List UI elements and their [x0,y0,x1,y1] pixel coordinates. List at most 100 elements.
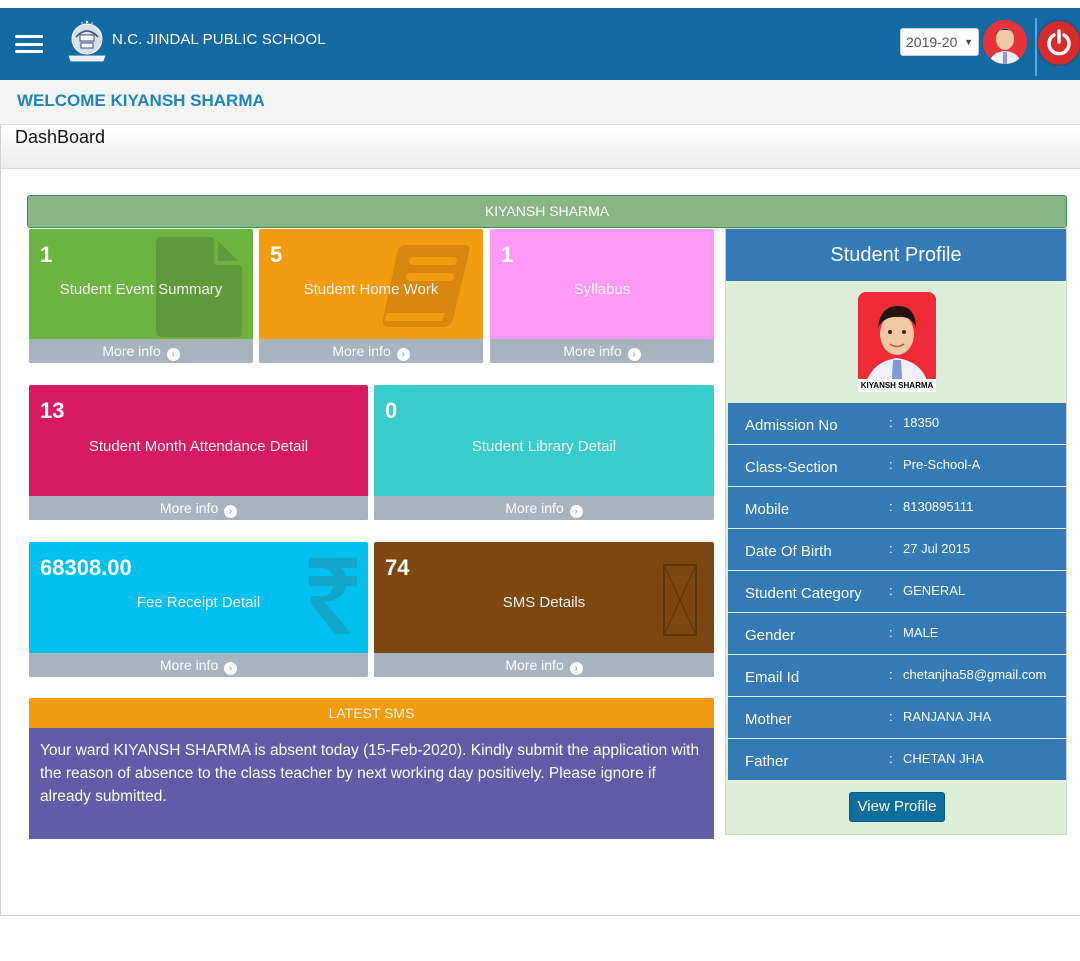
field-separator: : [889,415,893,430]
tile-value: 68308.00 [40,555,132,580]
field-label: Father [745,753,789,770]
profile-row-mobile: Mobile : 8130895111 [728,487,1066,528]
field-value: Pre-School-A [903,457,981,472]
field-separator: : [889,541,893,556]
dashboard-header: DashBoard [1,125,1080,169]
profile-row-student-category: Student Category : GENERAL [728,571,1066,612]
profile-row-gender: Gender : MALE [728,613,1066,654]
tile-label: Student Month Attendance Detail [88,438,309,455]
more-info-link[interactable]: More info › [374,496,714,520]
tile-label: Fee Receipt Detail [136,594,261,611]
tile-value: 13 [40,398,65,423]
arrow-circle-right-icon: › [224,505,238,518]
more-info-link[interactable]: More info › [29,653,368,677]
tile-sms-details[interactable]: 74 SMS Details More info › [374,542,714,677]
profile-row-admission-no: Admission No : 18350 [728,403,1066,444]
view-profile-button[interactable]: View Profile [849,792,945,822]
field-value: RANJANA JHA [903,709,992,724]
student-name-bar: KIYANSH SHARMA [27,195,1067,228]
school-logo [66,19,108,65]
caret-down-icon: ▼ [964,37,973,47]
field-label: Student Category [745,585,862,602]
profile-title: Student Profile [726,229,1066,281]
latest-sms-message: Your ward KIYANSH SHARMA is absent today… [29,728,714,839]
student-profile-panel: Student Profile KIYANSH SHARMA Admission… [725,228,1067,835]
more-info-label: More info [505,657,564,673]
more-info-label: More info [159,500,219,516]
hamburger-icon[interactable] [15,35,43,53]
field-value: CHETAN JHA [903,751,984,766]
field-label: Mother [745,711,792,728]
field-value: GENERAL [903,583,966,598]
more-info-link[interactable]: More info › [29,339,253,363]
field-separator: : [889,625,893,640]
top-navbar: N.C. JINDAL PUBLIC SCHOOL 2019-20 ▼ [0,8,1080,80]
field-label: Admission No [745,417,838,434]
field-label: Class-Section [745,459,838,476]
tile-value: 74 [385,555,410,580]
tile-value: 1 [501,242,514,267]
more-info-link[interactable]: More info › [29,496,368,520]
field-separator: : [889,499,893,514]
field-value: 18350 [903,415,940,430]
field-value: 8130895111 [903,499,974,514]
tile-fee-receipt[interactable]: 68308.00 Fee Receipt Detail More info › [29,542,368,677]
field-separator: : [889,709,893,724]
more-info-link[interactable]: More info › [259,339,483,363]
field-label: Gender [745,627,796,644]
tile-student-library[interactable]: 0 Student Library Detail More info › [374,385,714,520]
tile-value: 0 [385,398,398,423]
profile-row-father: Father : CHETAN JHA [728,739,1066,780]
field-separator: : [889,751,893,766]
profile-row-date-of-birth: Date Of Birth : 27 Jul 2015 [728,529,1066,570]
status-strip [0,0,1080,8]
tile-syllabus[interactable]: 1 Syllabus More info › [490,229,714,363]
field-label: Date Of Birth [745,543,832,560]
tile-label: SMS Details [502,594,586,611]
profile-row-class-section: Class-Section : Pre-School-A [728,445,1066,486]
session-value: 2019-20 [906,34,958,50]
more-info-label: More info [102,343,161,359]
field-separator: : [889,667,893,682]
tile-student-event-summary[interactable]: 1 Student Event Summary More info › [29,229,253,363]
more-info-link[interactable]: More info › [490,339,714,363]
more-info-label: More info [505,500,564,516]
photo-caption: KIYANSH SHARMA [858,379,936,392]
more-info-link[interactable]: More info › [374,653,714,677]
latest-sms-header: LATEST SMS [29,698,714,728]
field-label: Email Id [745,669,800,686]
field-value: 27 Jul 2015 [903,541,971,556]
session-select[interactable]: 2019-20 ▼ [900,28,979,56]
tile-student-home-work[interactable]: 5 Student Home Work More info › [259,229,483,363]
arrow-circle-right-icon: › [166,348,180,361]
tile-value: 1 [40,242,53,267]
field-separator: : [889,583,893,598]
tile-value: 5 [270,242,283,267]
arrow-circle-right-icon: › [224,662,238,675]
power-icon[interactable] [1038,21,1080,65]
school-name[interactable]: N.C. JINDAL PUBLIC SCHOOL [112,31,326,48]
field-label: Mobile [745,501,790,518]
field-value: chetanjha58@gmail.com [903,667,1047,682]
arrow-circle-right-icon: › [569,662,583,675]
tile-label: Syllabus [573,281,631,298]
navbar-divider [1035,18,1037,76]
tile-label: Student Event Summary [59,281,223,298]
profile-row-email: Email Id : chetanjha58@gmail.com [728,655,1066,696]
more-info-label: More info [159,657,219,673]
more-info-label: More info [563,343,622,359]
arrow-circle-right-icon: › [396,348,410,361]
tile-student-month-attendance[interactable]: 13 Student Month Attendance Detail More … [29,385,368,520]
arrow-circle-right-icon: › [569,505,583,518]
field-value: MALE [903,625,939,640]
profile-row-mother: Mother : RANJANA JHA [728,697,1066,738]
student-photo: KIYANSH SHARMA [858,292,936,392]
user-avatar[interactable] [983,20,1027,64]
tile-label: Student Library Detail [471,438,617,455]
more-info-label: More info [332,343,391,359]
welcome-bar: WELCOME KIYANSH SHARMA [0,80,1080,125]
welcome-text: WELCOME KIYANSH SHARMA [17,91,265,110]
arrow-circle-right-icon: › [627,348,641,361]
tile-label: Student Home Work [303,281,439,298]
page-title: DashBoard [15,127,106,147]
